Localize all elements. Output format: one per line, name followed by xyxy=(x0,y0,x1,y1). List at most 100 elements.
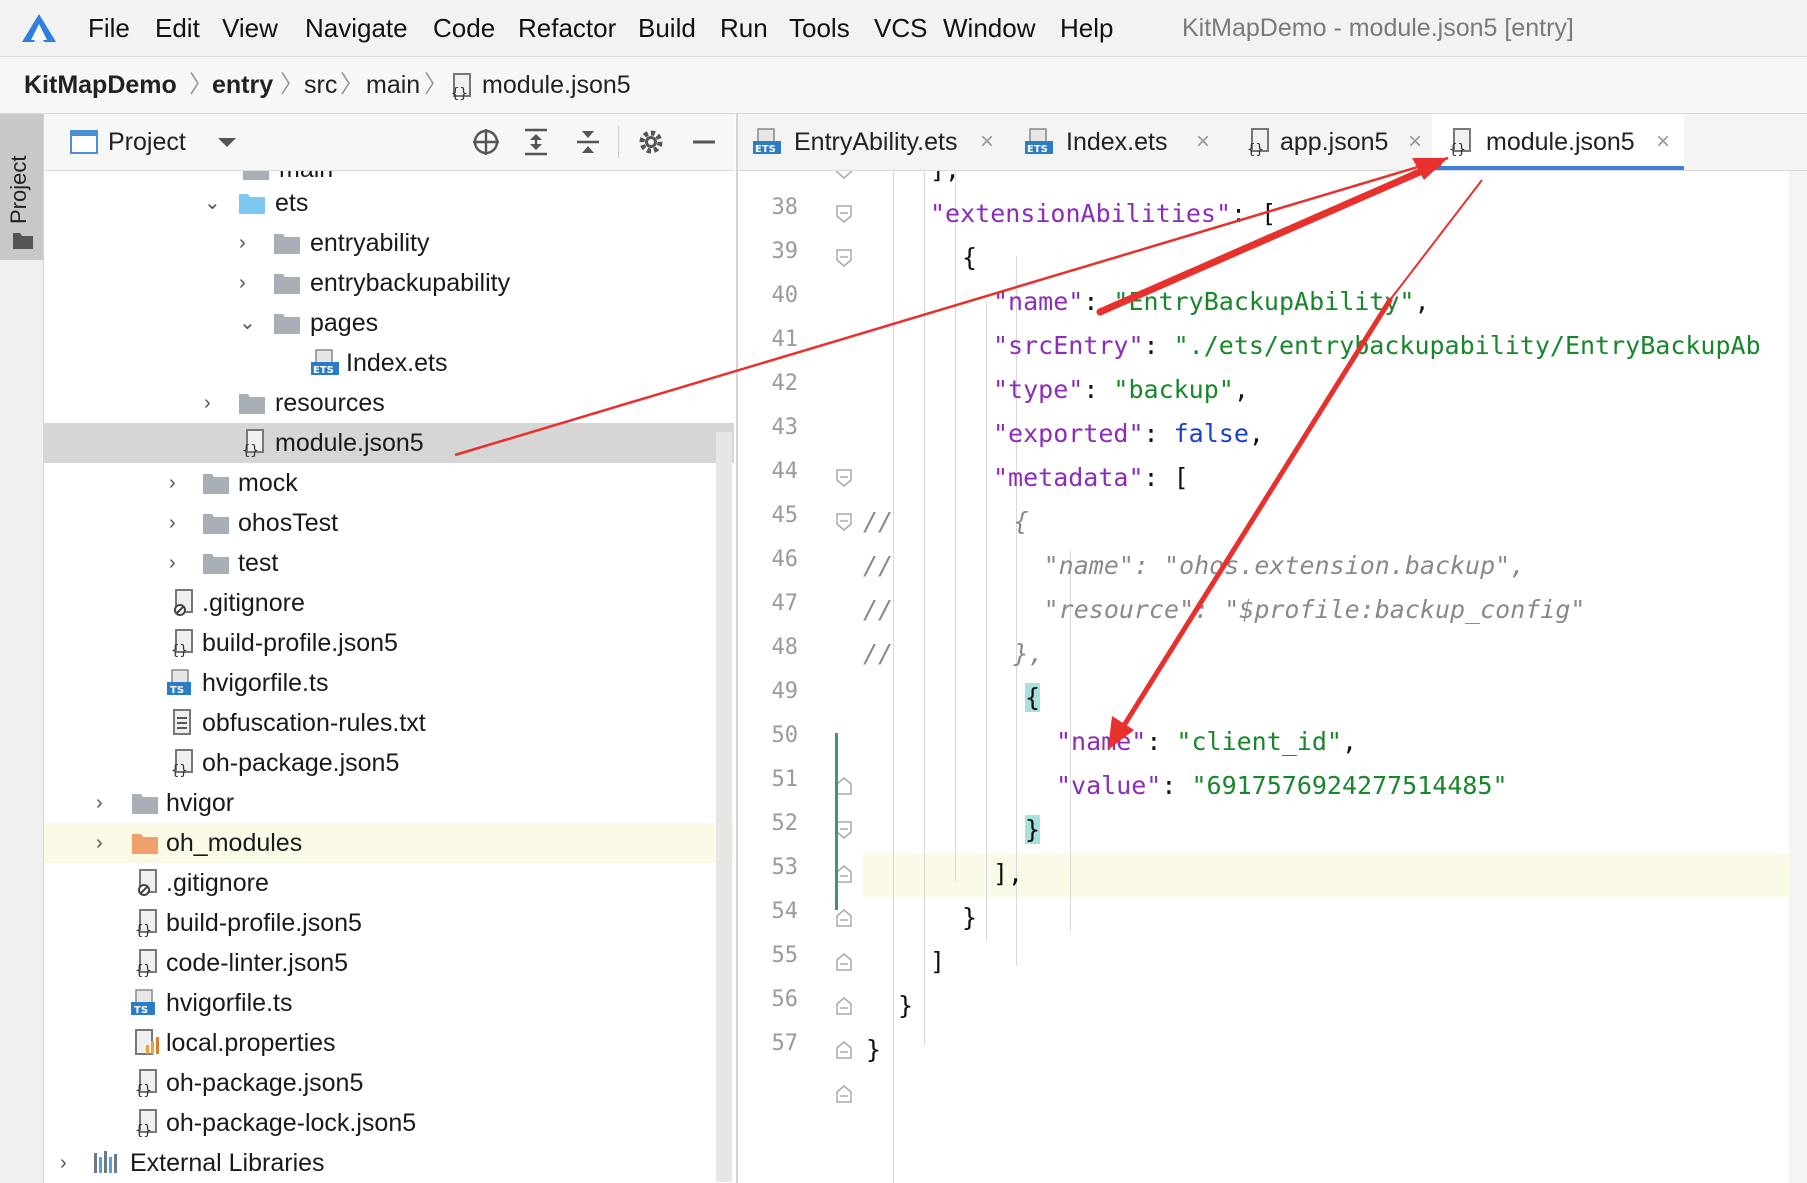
fold-marker-icon[interactable] xyxy=(836,777,852,795)
fold-marker-icon[interactable] xyxy=(836,171,852,179)
breadcrumb-project[interactable]: KitMapDemo xyxy=(24,69,177,101)
tree-item-gitignore[interactable]: .gitignore xyxy=(44,863,734,903)
menu-view[interactable]: View xyxy=(222,12,278,44)
tree-item-oh-package-lock-json5[interactable]: {} oh-package-lock.json5 xyxy=(44,1103,734,1143)
ets-file-icon: ETS xyxy=(753,128,781,155)
menu-code[interactable]: Code xyxy=(433,12,495,44)
menu-help[interactable]: Help xyxy=(1060,12,1113,44)
tree-item-build-profile-json5[interactable]: {} build-profile.json5 xyxy=(44,623,734,663)
fold-marker-icon[interactable] xyxy=(836,469,852,487)
expand-all-icon[interactable] xyxy=(522,127,550,157)
menu-navigate[interactable]: Navigate xyxy=(305,12,408,44)
close-icon[interactable]: × xyxy=(1196,126,1210,158)
svg-text:{}: {} xyxy=(135,1083,152,1097)
editor-scrollbar[interactable] xyxy=(1789,171,1807,1183)
fold-marker-icon[interactable] xyxy=(836,513,852,531)
indent-guide xyxy=(893,171,894,1183)
chevron-right-icon[interactable]: › xyxy=(169,509,189,537)
code-line-37: ], xyxy=(930,171,960,187)
tree-item-gitignore[interactable]: .gitignore xyxy=(44,583,734,623)
fold-marker-icon[interactable] xyxy=(836,249,852,267)
project-tool-window-tab[interactable]: Project xyxy=(0,114,43,260)
tree-item-ets[interactable]: ⌄ ets xyxy=(44,183,734,223)
tree-item-hvigorfile-ts[interactable]: TS hvigorfile.ts xyxy=(44,983,734,1023)
tree-item-code-linter-json5[interactable]: {} code-linter.json5 xyxy=(44,943,734,983)
locate-file-icon[interactable] xyxy=(471,127,501,157)
fold-marker-icon[interactable] xyxy=(836,1085,852,1103)
breadcrumb-separator: 〉 xyxy=(340,71,364,98)
gear-icon[interactable] xyxy=(636,127,666,157)
project-pane-title[interactable]: Project xyxy=(108,126,186,158)
line-number: 43 xyxy=(771,415,799,440)
menu-build[interactable]: Build xyxy=(638,12,696,44)
tree-item-entryability[interactable]: › entryability xyxy=(44,223,734,263)
tree-item-pages[interactable]: ⌄ pages xyxy=(44,303,734,343)
fold-marker-icon[interactable] xyxy=(836,205,852,223)
code-line-38: "extensionAbilities": [ xyxy=(930,199,1277,228)
chevron-down-icon[interactable]: ⌄ xyxy=(239,309,259,337)
tree-item-ohostest[interactable]: › ohosTest xyxy=(44,503,734,543)
tree-item-hvigor[interactable]: › hvigor xyxy=(44,783,734,823)
fold-marker-icon[interactable] xyxy=(836,1041,852,1059)
project-tool-window-label: Project xyxy=(6,155,31,224)
breadcrumb-main[interactable]: main xyxy=(366,69,420,101)
menu-tools[interactable]: Tools xyxy=(789,12,850,44)
close-icon[interactable]: × xyxy=(980,126,994,158)
code-editor[interactable]: 37 38 39 40 41 42 43 44 45 46 47 48 49 5… xyxy=(738,171,1807,1183)
tree-item-mock[interactable]: › mock xyxy=(44,463,734,503)
code-line-39: { xyxy=(962,243,978,272)
chevron-right-icon[interactable]: › xyxy=(60,1149,80,1177)
chevron-right-icon[interactable]: › xyxy=(204,389,224,417)
tab-module-json5[interactable]: {} module.json5 × xyxy=(1432,114,1684,170)
tree-item-entrybackupability[interactable]: › entrybackupability xyxy=(44,263,734,303)
fold-marker-icon[interactable] xyxy=(836,997,852,1015)
breadcrumb-src[interactable]: src xyxy=(304,69,337,101)
folder-icon xyxy=(239,394,265,414)
tree-item-external-libraries[interactable]: › External Libraries xyxy=(44,1143,734,1183)
tab-app-json5[interactable]: {} app.json5 × xyxy=(1230,114,1430,170)
chevron-right-icon[interactable]: › xyxy=(169,549,189,577)
close-icon[interactable]: × xyxy=(1656,126,1670,158)
tree-item-local-properties[interactable]: local.properties xyxy=(44,1023,734,1063)
code-line-54: } xyxy=(962,903,978,932)
tree-item-hvigorfile-ts[interactable]: TS hvigorfile.ts xyxy=(44,663,734,703)
tree-item-module-json5[interactable]: {} module.json5 xyxy=(44,423,734,463)
folder-icon xyxy=(243,171,269,180)
tree-item-oh-modules[interactable]: › oh_modules xyxy=(44,823,734,863)
close-icon[interactable]: × xyxy=(1408,126,1422,158)
chevron-right-icon[interactable]: › xyxy=(169,469,189,497)
chevron-right-icon[interactable]: › xyxy=(96,829,116,857)
fold-marker-icon[interactable] xyxy=(836,821,852,839)
menu-run[interactable]: Run xyxy=(720,12,768,44)
breadcrumb-file[interactable]: module.json5 xyxy=(482,69,631,101)
menu-file[interactable]: File xyxy=(88,12,130,44)
breadcrumb-module[interactable]: entry xyxy=(212,69,273,101)
tree-item-test[interactable]: › test xyxy=(44,543,734,583)
menu-window[interactable]: Window xyxy=(943,12,1035,44)
tree-item-oh-package-json5[interactable]: {} oh-package.json5 xyxy=(44,743,734,783)
tree-item-oh-package-json5[interactable]: {} oh-package.json5 xyxy=(44,1063,734,1103)
code-line-41: "srcEntry": "./ets/entrybackupability/En… xyxy=(993,331,1761,360)
fold-marker-icon[interactable] xyxy=(836,953,852,971)
tree-item-obfuscation-rules-txt[interactable]: obfuscation-rules.txt xyxy=(44,703,734,743)
project-tree-scrollbar[interactable] xyxy=(716,432,732,1182)
hide-pane-icon[interactable] xyxy=(690,127,718,157)
tree-item-index-ets[interactable]: ETS Index.ets xyxy=(44,343,734,383)
tree-item-build-profile-json5[interactable]: {} build-profile.json5 xyxy=(44,903,734,943)
menu-edit[interactable]: Edit xyxy=(155,12,200,44)
breadcrumb-separator: 〉 xyxy=(189,71,213,98)
menu-refactor[interactable]: Refactor xyxy=(518,12,616,44)
menu-vcs[interactable]: VCS xyxy=(874,12,927,44)
tab-entryability-ets[interactable]: ETS EntryAbility.ets × xyxy=(738,114,1000,170)
fold-marker-icon[interactable] xyxy=(836,865,852,883)
tab-index-ets[interactable]: ETS Index.ets × xyxy=(1010,114,1218,170)
line-number: 44 xyxy=(771,459,799,484)
chevron-down-icon[interactable]: ⌄ xyxy=(204,189,224,217)
tree-item-resources[interactable]: › resources xyxy=(44,383,734,423)
chevron-right-icon[interactable]: › xyxy=(239,269,259,297)
chevron-right-icon[interactable]: › xyxy=(239,229,259,257)
chevron-right-icon[interactable]: › xyxy=(96,789,116,817)
collapse-all-icon[interactable] xyxy=(574,127,602,157)
dropdown-arrow-icon[interactable] xyxy=(216,134,238,150)
fold-marker-icon[interactable] xyxy=(836,909,852,927)
